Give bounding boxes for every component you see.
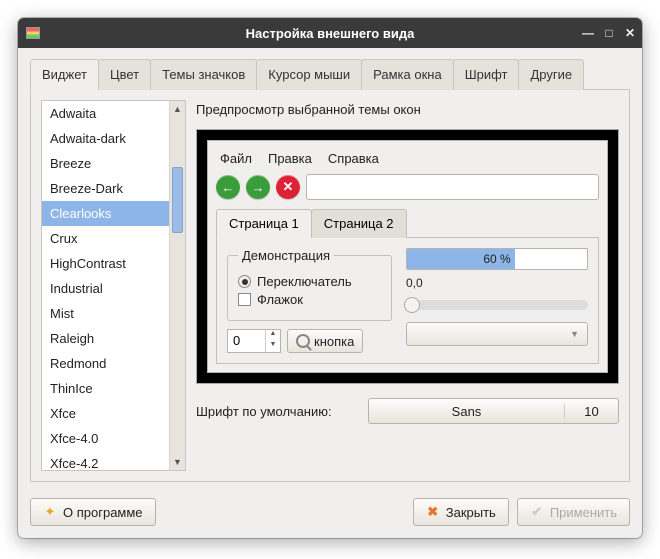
- tab-1[interactable]: Цвет: [98, 59, 151, 90]
- spin-down-icon[interactable]: ▼: [266, 341, 280, 352]
- list-item[interactable]: Xfce-4.0: [42, 426, 169, 451]
- scrollbar[interactable]: ▲ ▼: [169, 101, 185, 470]
- main-tabs: ВиджетЦветТемы значковКурсор мышиРамка о…: [30, 58, 630, 90]
- about-label: О программе: [63, 505, 143, 520]
- theme-list-container: AdwaitaAdwaita-darkBreezeBreeze-DarkClea…: [41, 100, 186, 471]
- tab-5[interactable]: Шрифт: [453, 59, 520, 90]
- tab-6[interactable]: Другие: [518, 59, 584, 90]
- preview-tab-page1[interactable]: Страница 1: [216, 209, 312, 238]
- preview-frame: Файл Правка Справка ← → ✕ Страница 1: [196, 129, 619, 384]
- demo-button[interactable]: кнопка: [287, 329, 363, 353]
- toolbar-input[interactable]: [306, 174, 599, 200]
- tab-4[interactable]: Рамка окна: [361, 59, 454, 90]
- scroll-track[interactable]: [170, 117, 185, 454]
- list-item[interactable]: Industrial: [42, 276, 169, 301]
- preview-column: Предпросмотр выбранной темы окон Файл Пр…: [196, 100, 619, 471]
- list-item[interactable]: Clearlooks: [42, 201, 169, 226]
- demo-legend: Демонстрация: [238, 248, 334, 263]
- about-button[interactable]: ✦ О программе: [30, 498, 156, 526]
- app-icon: [26, 27, 40, 39]
- close-label: Закрыть: [446, 505, 496, 520]
- scroll-up-button[interactable]: ▲: [170, 101, 185, 117]
- combobox[interactable]: ▼: [406, 322, 588, 346]
- check-label: Флажок: [257, 292, 303, 307]
- list-item[interactable]: Mist: [42, 301, 169, 326]
- list-item[interactable]: Breeze-Dark: [42, 176, 169, 201]
- star-icon: ✦: [43, 505, 57, 519]
- spin-up-icon[interactable]: ▲: [266, 330, 280, 341]
- slider-thumb[interactable]: [404, 297, 420, 313]
- main-window: Настройка внешнего вида — □ ✕ ВиджетЦвет…: [18, 18, 642, 538]
- list-item[interactable]: Raleigh: [42, 326, 169, 351]
- list-item[interactable]: Xfce-4.2: [42, 451, 169, 470]
- back-icon[interactable]: ←: [216, 175, 240, 199]
- preview-tab-page2[interactable]: Страница 2: [311, 209, 407, 238]
- preview-tab-content: Демонстрация Переключатель Флажок: [216, 238, 599, 364]
- check-row[interactable]: Флажок: [238, 292, 381, 307]
- apply-button[interactable]: ✔ Применить: [517, 498, 630, 526]
- search-icon: [296, 334, 310, 348]
- preview-tabs: Страница 1 Страница 2: [216, 208, 599, 238]
- minimize-button[interactable]: —: [582, 27, 594, 39]
- tab-3[interactable]: Курсор мыши: [256, 59, 362, 90]
- radio-label: Переключатель: [257, 274, 352, 289]
- progress-bar: 60 %: [406, 248, 588, 270]
- check-icon: ✔: [530, 505, 544, 519]
- scale-label: 0,0: [406, 276, 588, 290]
- checkbox-icon[interactable]: [238, 293, 251, 306]
- window-title: Настройка внешнего вида: [246, 26, 415, 41]
- widget-panel: AdwaitaAdwaita-darkBreezeBreeze-DarkClea…: [30, 90, 630, 482]
- close-button[interactable]: ✖ Закрыть: [413, 498, 509, 526]
- tab-0[interactable]: Виджет: [30, 59, 99, 90]
- font-name: Sans: [369, 404, 564, 419]
- maximize-button[interactable]: □: [603, 27, 615, 39]
- list-item[interactable]: Xfce: [42, 401, 169, 426]
- list-item[interactable]: ThinIce: [42, 376, 169, 401]
- theme-list[interactable]: AdwaitaAdwaita-darkBreezeBreeze-DarkClea…: [42, 101, 169, 470]
- menu-help[interactable]: Справка: [328, 151, 379, 166]
- preview-menubar: Файл Правка Справка: [216, 149, 599, 174]
- titlebar[interactable]: Настройка внешнего вида — □ ✕: [18, 18, 642, 48]
- progress-text: 60 %: [407, 249, 587, 269]
- stop-icon[interactable]: ✕: [276, 175, 300, 199]
- preview-label: Предпросмотр выбранной темы окон: [196, 100, 619, 121]
- dialog-buttons: ✦ О программе ✖ Закрыть ✔ Применить: [18, 490, 642, 538]
- list-item[interactable]: HighContrast: [42, 251, 169, 276]
- preview-toolbar: ← → ✕: [216, 174, 599, 200]
- font-button[interactable]: Sans 10: [368, 398, 619, 424]
- demo-button-label: кнопка: [314, 334, 354, 349]
- list-item[interactable]: Adwaita: [42, 101, 169, 126]
- content: ВиджетЦветТемы значковКурсор мышиРамка о…: [18, 48, 642, 490]
- list-item[interactable]: Breeze: [42, 151, 169, 176]
- radio-row[interactable]: Переключатель: [238, 274, 381, 289]
- menu-edit[interactable]: Правка: [268, 151, 312, 166]
- demo-fieldset: Демонстрация Переключатель Флажок: [227, 248, 392, 321]
- tab-2[interactable]: Темы значков: [150, 59, 257, 90]
- list-item[interactable]: Redmond: [42, 351, 169, 376]
- scroll-thumb[interactable]: [172, 167, 183, 233]
- list-item[interactable]: Adwaita-dark: [42, 126, 169, 151]
- apply-label: Применить: [550, 505, 617, 520]
- font-row: Шрифт по умолчанию: Sans 10: [196, 398, 619, 424]
- menu-file[interactable]: Файл: [220, 151, 252, 166]
- spin-value[interactable]: 0: [228, 330, 265, 352]
- list-item[interactable]: Crux: [42, 226, 169, 251]
- spin-button[interactable]: 0 ▲ ▼: [227, 329, 281, 353]
- close-window-button[interactable]: ✕: [624, 27, 636, 39]
- scroll-down-button[interactable]: ▼: [170, 454, 185, 470]
- font-size: 10: [564, 404, 618, 419]
- font-label: Шрифт по умолчанию:: [196, 404, 360, 419]
- preview-window: Файл Правка Справка ← → ✕ Страница 1: [207, 140, 608, 373]
- scale-slider[interactable]: [406, 300, 588, 310]
- forward-icon[interactable]: →: [246, 175, 270, 199]
- radio-icon[interactable]: [238, 275, 251, 288]
- close-icon: ✖: [426, 505, 440, 519]
